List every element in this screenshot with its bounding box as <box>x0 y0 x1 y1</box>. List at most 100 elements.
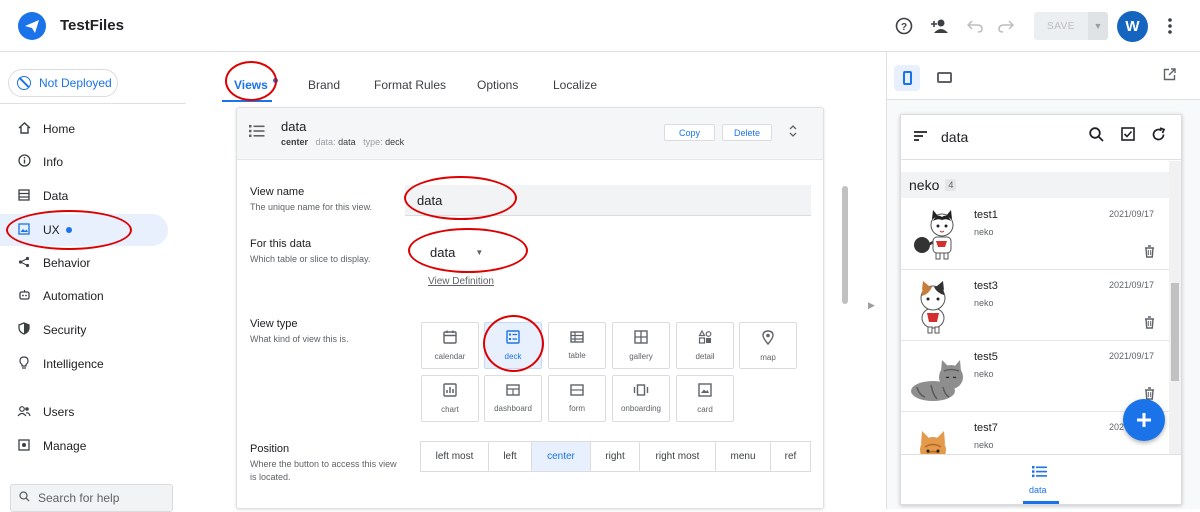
sidebar-item-label: Home <box>43 122 76 136</box>
view-type-label-text: dashboard <box>494 404 532 413</box>
view-name-input[interactable]: data <box>405 185 811 216</box>
view-type-table[interactable]: table <box>548 322 606 369</box>
users-icon <box>16 405 32 420</box>
view-type-deck[interactable]: deck <box>484 322 542 369</box>
phone-scrollbar-thumb[interactable] <box>1171 283 1179 381</box>
help-search-input[interactable]: Search for help <box>10 484 173 512</box>
position-right-most[interactable]: right most <box>639 441 716 472</box>
mobile-preview-button[interactable] <box>894 65 920 91</box>
view-type-desc: What kind of view this is. <box>250 334 349 344</box>
bottom-nav-label[interactable]: data <box>1029 485 1047 495</box>
caret-down-icon: ▼ <box>1093 21 1103 31</box>
phone-header: data <box>901 115 1181 160</box>
row-title: test5 <box>974 351 998 363</box>
sidebar-item-ux[interactable]: UX <box>0 214 168 246</box>
view-type-label-text: map <box>760 352 776 362</box>
table-icon <box>570 331 584 346</box>
save-dropdown-button[interactable]: ▼ <box>1088 12 1108 40</box>
editor-scrollbar[interactable] <box>842 186 848 304</box>
position-center[interactable]: center <box>531 441 591 472</box>
tab-format-rules[interactable]: Format Rules <box>374 78 446 92</box>
open-in-new-icon[interactable] <box>1163 68 1176 84</box>
for-data-select[interactable]: data ▼ <box>405 236 505 268</box>
tablet-icon[interactable] <box>937 72 952 83</box>
sidebar-item-label: UX <box>43 223 60 237</box>
trash-icon[interactable] <box>1144 245 1155 261</box>
group-header: neko 4 <box>901 172 1169 198</box>
search-icon <box>19 491 30 505</box>
active-nav-indicator <box>1023 501 1059 504</box>
detail-icon <box>698 329 712 347</box>
help-icon[interactable]: ? <box>892 14 916 38</box>
position-right[interactable]: right <box>590 441 640 472</box>
tab-views[interactable]: Views <box>234 78 279 92</box>
tab-localize[interactable]: Localize <box>553 78 597 92</box>
add-fab-button[interactable] <box>1123 399 1165 441</box>
view-type-chart[interactable]: chart <box>421 375 479 422</box>
redo-icon[interactable] <box>994 14 1018 38</box>
sidebar-item-data[interactable]: Data <box>0 180 168 212</box>
view-type-gallery[interactable]: gallery <box>612 322 670 369</box>
view-summary-data: data <box>338 137 356 147</box>
view-summary: center data: data type: deck <box>281 137 404 147</box>
phone-preview: data neko 4 test1 neko 2021/09/17 test3 … <box>900 114 1182 505</box>
more-vert-icon[interactable] <box>1158 14 1182 38</box>
view-header[interactable]: data center data: data type: deck Copy D… <box>237 108 823 160</box>
robot-icon <box>16 289 32 304</box>
deploy-status-chip[interactable]: Not Deployed <box>8 69 118 97</box>
card-icon <box>698 383 712 400</box>
expand-collapse-icon[interactable] <box>789 125 797 140</box>
row-subtitle: neko <box>974 227 994 237</box>
list-item[interactable]: test1 neko 2021/09/17 <box>901 199 1169 270</box>
database-icon <box>16 188 32 204</box>
view-type-map[interactable]: map <box>739 322 797 369</box>
tab-options[interactable]: Options <box>477 78 518 92</box>
paper-plane-icon[interactable] <box>18 12 46 40</box>
position-ref[interactable]: ref <box>770 441 811 472</box>
sidebar-item-label: Data <box>43 189 69 203</box>
delete-button[interactable]: Delete <box>722 124 772 141</box>
view-definition-link[interactable]: View Definition <box>428 276 494 287</box>
view-type-calendar[interactable]: calendar <box>421 322 479 369</box>
view-type-card[interactable]: card <box>676 375 734 422</box>
list-item[interactable]: test5 neko 2021/09/17 <box>901 341 1169 412</box>
list-view-icon[interactable] <box>1032 465 1047 481</box>
sidebar-item-automation[interactable]: Automation <box>0 280 168 312</box>
sidebar-item-info[interactable]: Info <box>0 146 168 178</box>
for-data-desc: Which table or slice to display. <box>250 254 371 264</box>
position-menu[interactable]: menu <box>715 441 771 472</box>
list-view-icon <box>249 124 265 143</box>
sidebar-item-home[interactable]: Home <box>0 113 168 145</box>
sidebar-item-manage[interactable]: Manage <box>0 430 168 462</box>
position-left-most[interactable]: left most <box>420 441 489 472</box>
select-checkbox-icon[interactable] <box>1121 127 1135 145</box>
view-type-label-text: chart <box>441 405 459 414</box>
copy-button[interactable]: Copy <box>664 124 715 141</box>
row-subtitle: neko <box>974 298 994 308</box>
row-date: 2021/09/17 <box>1109 280 1155 290</box>
view-type-dashboard[interactable]: dashboard <box>484 375 542 422</box>
position-left[interactable]: left <box>488 441 532 472</box>
deploy-status-label: Not Deployed <box>39 76 112 90</box>
view-type-detail[interactable]: detail <box>676 322 734 369</box>
tab-brand[interactable]: Brand <box>308 78 340 92</box>
sidebar-item-users[interactable]: Users <box>0 396 168 428</box>
list-item[interactable]: test3 neko 2021/09/17 <box>901 270 1169 341</box>
person-add-icon[interactable] <box>928 14 952 38</box>
refresh-icon[interactable] <box>1151 127 1166 146</box>
image-icon <box>16 222 32 238</box>
trash-icon[interactable] <box>1144 316 1155 332</box>
avatar[interactable]: W <box>1117 11 1148 42</box>
undo-icon[interactable] <box>963 14 987 38</box>
view-type-form[interactable]: form <box>548 375 606 422</box>
view-type-onboarding[interactable]: onboarding <box>612 375 670 422</box>
sidebar-item-intelligence[interactable]: Intelligence <box>0 348 168 380</box>
save-button[interactable]: SAVE <box>1034 12 1088 40</box>
search-icon[interactable] <box>1089 127 1104 146</box>
map-pin-icon <box>762 329 774 348</box>
sidebar-item-behavior[interactable]: Behavior <box>0 247 168 279</box>
app-title: TestFiles <box>60 17 124 34</box>
collapse-preview-icon[interactable]: ▶ <box>868 300 875 311</box>
sort-menu-icon[interactable] <box>913 129 928 145</box>
sidebar-item-security[interactable]: Security <box>0 314 168 346</box>
